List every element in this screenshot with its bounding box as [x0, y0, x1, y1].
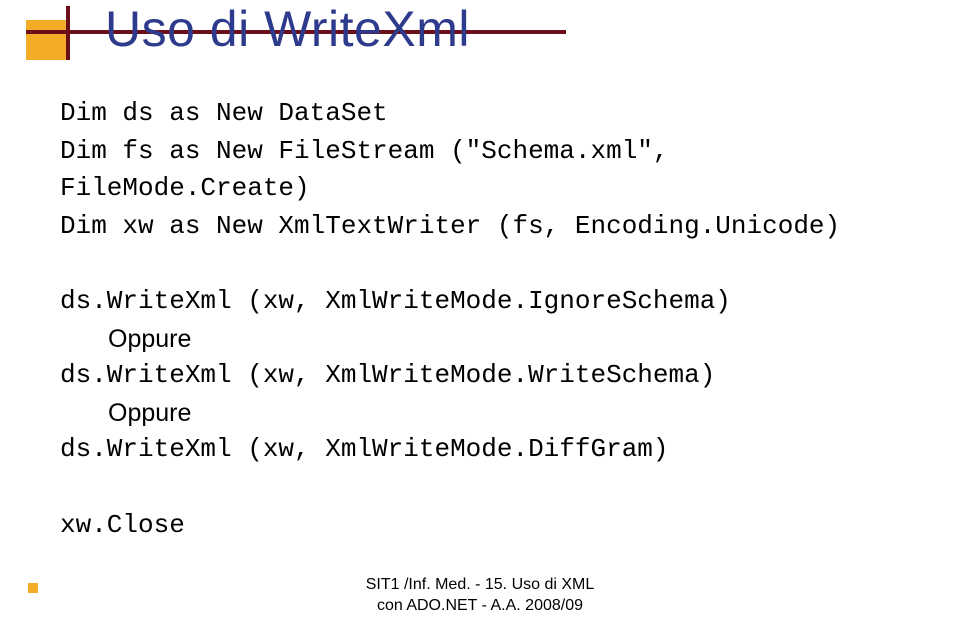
code-line: ds.WriteXml (xw, XmlWriteMode.DiffGram) [60, 431, 930, 469]
title-decoration [26, 6, 80, 60]
blank-line [60, 469, 930, 507]
code-line: ds.WriteXml (xw, XmlWriteMode.IgnoreSche… [60, 283, 930, 321]
blank-line [60, 246, 930, 284]
code-line: xw.Close [60, 507, 930, 545]
code-block: Dim ds as New DataSet Dim fs as New File… [60, 95, 930, 544]
code-line: Dim fs as New FileStream ("Schema.xml", … [60, 133, 930, 208]
code-line: ds.WriteXml (xw, XmlWriteMode.WriteSchem… [60, 357, 930, 395]
or-label: Oppure [60, 395, 930, 431]
footer-line-2: con ADO.NET - A.A. 2008/09 [0, 596, 960, 617]
code-line: Dim ds as New DataSet [60, 95, 930, 133]
or-label: Oppure [60, 321, 930, 357]
slide-title: Uso di WriteXml [105, 0, 470, 58]
slide-footer: SIT1 /Inf. Med. - 15. Uso di XML con ADO… [0, 575, 960, 617]
footer-line-1: SIT1 /Inf. Med. - 15. Uso di XML [0, 575, 960, 596]
code-line: Dim xw as New XmlTextWriter (fs, Encodin… [60, 208, 930, 246]
